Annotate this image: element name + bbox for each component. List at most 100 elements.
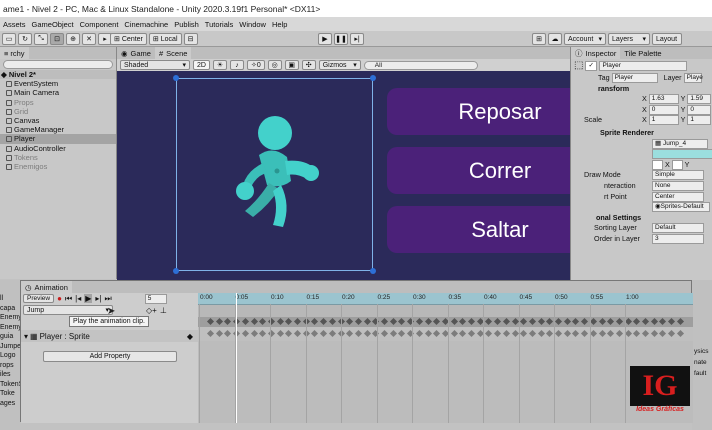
keyframe-summary[interactable] bbox=[302, 317, 310, 326]
project-item[interactable]: Enemy bbox=[0, 323, 20, 333]
rotation-x-field[interactable]: 0 bbox=[648, 104, 679, 115]
keyframe-summary[interactable] bbox=[563, 317, 571, 326]
keyframe-summary[interactable] bbox=[668, 317, 676, 326]
keyframe-summary[interactable] bbox=[380, 317, 389, 326]
hierarchy-item[interactable]: Canvas bbox=[0, 116, 116, 125]
menu-help[interactable]: Help bbox=[272, 20, 287, 29]
hierarchy-item[interactable]: AudioController bbox=[0, 144, 116, 153]
keyframe[interactable] bbox=[528, 329, 536, 338]
player-character-sprite[interactable] bbox=[225, 115, 325, 231]
menu-publish[interactable]: Publish bbox=[174, 20, 199, 29]
pivot-center-button[interactable]: ⊞ Center bbox=[110, 33, 147, 45]
keyframe[interactable] bbox=[285, 329, 293, 338]
position-x-field[interactable]: 1.63 bbox=[648, 94, 679, 105]
last-keyframe-icon[interactable]: ⏭ bbox=[105, 294, 112, 304]
hierarchy-item[interactable]: Main Camera bbox=[0, 88, 116, 97]
cloud-icon[interactable]: ☁ bbox=[548, 33, 562, 45]
transform-tool-icon[interactable]: ⊕ bbox=[66, 33, 80, 45]
step-icon[interactable]: ▸| bbox=[350, 33, 364, 45]
keyframe[interactable] bbox=[572, 329, 580, 338]
hierarchy-item[interactable]: Grid bbox=[0, 107, 116, 116]
keyframe-summary[interactable] bbox=[424, 317, 432, 326]
scale-tool-icon[interactable]: ⤡ bbox=[34, 33, 48, 45]
move-tool-icon[interactable]: ⊡ bbox=[50, 33, 64, 45]
keyframe-summary[interactable] bbox=[589, 317, 597, 326]
keyframe-summary[interactable] bbox=[598, 317, 606, 326]
selection-handle[interactable] bbox=[370, 75, 376, 81]
audio-icon[interactable]: ♪ bbox=[229, 60, 244, 70]
keyframe-summary[interactable] bbox=[250, 317, 258, 326]
keyframe-summary[interactable] bbox=[476, 317, 484, 326]
mode-2d-toggle[interactable]: 2D bbox=[193, 60, 210, 70]
keyframe[interactable] bbox=[676, 329, 684, 338]
project-item[interactable]: ages bbox=[0, 399, 20, 409]
keyframe[interactable] bbox=[624, 329, 632, 338]
property-row[interactable]: ▾ ▦ Player : Sprite ◆ bbox=[21, 330, 198, 342]
keyframe[interactable] bbox=[537, 329, 545, 338]
color-field[interactable] bbox=[652, 149, 712, 160]
draw-mode-dropdown[interactable]: Simple bbox=[652, 170, 704, 181]
keyframe-summary[interactable] bbox=[320, 317, 328, 326]
keyframe[interactable] bbox=[494, 329, 502, 338]
play-clip-icon[interactable]: ▶ bbox=[84, 294, 93, 303]
keyframe[interactable] bbox=[520, 329, 528, 338]
keyframe-summary[interactable] bbox=[285, 317, 293, 326]
keyframe[interactable] bbox=[615, 329, 623, 338]
record-icon[interactable]: ● bbox=[57, 294, 62, 303]
keyframe[interactable] bbox=[589, 329, 597, 338]
tab-inspector[interactable]: ⓘ Inspector bbox=[571, 47, 621, 59]
keyframe[interactable] bbox=[459, 329, 467, 338]
object-name-field[interactable]: Player bbox=[599, 61, 688, 72]
keyframe[interactable] bbox=[215, 329, 223, 338]
keyframe-summary[interactable] bbox=[554, 317, 563, 326]
keyframe-summary[interactable] bbox=[215, 317, 223, 326]
keyframe-summary[interactable] bbox=[572, 317, 580, 326]
keyframe-summary[interactable] bbox=[650, 317, 658, 326]
keyframe-summary[interactable] bbox=[415, 317, 423, 326]
playhead[interactable] bbox=[236, 293, 237, 423]
sorting-layer-dropdown[interactable]: Default bbox=[652, 223, 704, 234]
keyframe[interactable] bbox=[502, 329, 510, 338]
keyframe[interactable] bbox=[354, 329, 362, 338]
project-item[interactable]: capa bbox=[0, 304, 20, 314]
keyframe[interactable] bbox=[224, 329, 232, 338]
add-property-button[interactable]: Add Property bbox=[43, 351, 177, 362]
keyframe[interactable] bbox=[563, 329, 571, 338]
scene-root-item[interactable]: ◆ Nivel 2* bbox=[0, 70, 116, 80]
keyframe[interactable] bbox=[433, 329, 441, 338]
gizmos-dropdown[interactable]: Gizmos ▾ bbox=[318, 60, 361, 70]
keyframe-summary[interactable] bbox=[267, 317, 275, 326]
active-checkbox[interactable]: ✓ bbox=[585, 61, 598, 72]
lighting-icon[interactable]: ☀ bbox=[212, 60, 227, 70]
keyframe[interactable] bbox=[581, 329, 589, 338]
menu-assets[interactable]: Assets bbox=[3, 20, 26, 29]
project-item[interactable]: Enemy bbox=[0, 313, 20, 323]
first-keyframe-icon[interactable]: ⏮ bbox=[65, 294, 72, 304]
keyframe[interactable] bbox=[668, 329, 676, 338]
account-dropdown[interactable]: Account ▾ bbox=[564, 33, 606, 45]
keyframe[interactable] bbox=[293, 329, 302, 338]
keyframe[interactable] bbox=[485, 329, 493, 338]
keyframe[interactable] bbox=[441, 329, 449, 338]
hierarchy-item[interactable]: Props bbox=[0, 98, 116, 107]
keyframe-summary[interactable] bbox=[511, 317, 519, 326]
sprite-sort-point-dropdown[interactable]: Center bbox=[652, 191, 704, 202]
flip-x-checkbox[interactable] bbox=[652, 159, 663, 170]
hierarchy-search-input[interactable] bbox=[3, 60, 113, 69]
prev-keyframe-icon[interactable]: |◂ bbox=[75, 294, 81, 303]
rect-tool-icon[interactable]: ▭ bbox=[2, 33, 16, 45]
pause-icon[interactable]: ❚❚ bbox=[334, 33, 348, 45]
keyframe[interactable] bbox=[241, 329, 249, 338]
position-y-field[interactable]: 1.59 bbox=[687, 94, 712, 105]
keyframe-summary[interactable] bbox=[459, 317, 467, 326]
keyframe-summary[interactable] bbox=[441, 317, 449, 326]
keyframe[interactable] bbox=[206, 329, 215, 338]
play-icon[interactable]: ▶ bbox=[318, 33, 332, 45]
layout-dropdown[interactable]: Layout bbox=[652, 33, 682, 45]
keyframe-summary[interactable] bbox=[528, 317, 536, 326]
keyframe-summary[interactable] bbox=[241, 317, 249, 326]
tab-scene[interactable]: # Scene bbox=[154, 47, 192, 59]
keyframe-summary[interactable] bbox=[633, 317, 641, 326]
rotate-tool-icon[interactable]: ↻ bbox=[18, 33, 32, 45]
hierarchy-item[interactable]: EventSystem bbox=[0, 79, 116, 88]
